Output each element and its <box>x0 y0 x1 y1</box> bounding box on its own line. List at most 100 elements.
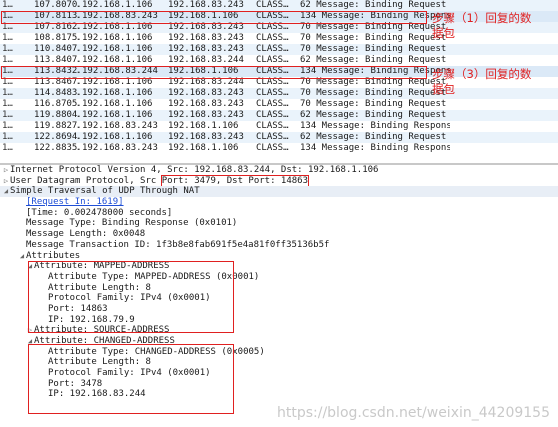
tree-item-changed-ip[interactable]: IP: 192.168.83.244 <box>0 389 558 400</box>
tree-label-mapped-address: Attribute: MAPPED-ADDRESS <box>34 261 170 272</box>
tree-item-changed-type[interactable]: Attribute Type: CHANGED-ADDRESS (0x0005) <box>0 347 558 358</box>
packet-cell-src: 192.168.83.243 <box>82 11 158 21</box>
packet-cell-src: 192.168.1.106 <box>82 132 153 142</box>
packet-cell-dst: 192.168.83.243 <box>168 22 244 32</box>
packet-cell-no: 1… <box>2 110 13 120</box>
tree-label-mapped-ip: IP: 192.168.79.9 <box>48 314 135 325</box>
packet-row[interactable]: 1… 110.8407… 192.168.1.106 192.168.83.243 CL… <box>0 44 558 55</box>
collapse-arrow-icon[interactable]: ◢ <box>26 336 34 347</box>
packet-row[interactable]: 1… 122.8835… 192.168.83.243 192.168.1.106 CL… <box>0 143 558 154</box>
collapse-arrow-icon[interactable]: ◢ <box>26 261 34 272</box>
tree-item-source-address[interactable]: ▷ Attribute: SOURCE-ADDRESS <box>0 325 558 336</box>
packet-cell-no: 1… <box>2 44 13 54</box>
packet-cell-dst: 192.168.1.106 <box>168 66 239 76</box>
collapse-arrow-icon[interactable]: ◢ <box>18 251 26 262</box>
packet-cell-info: 70 Message: Binding Request <box>300 99 447 109</box>
packet-row[interactable]: 1… 119.8827… 192.168.83.243 192.168.1.106 CL… <box>0 121 558 132</box>
tree-label-message-length: Message Length: 0x0048 <box>26 229 146 240</box>
packet-cell-no: 1… <box>2 66 13 76</box>
tree-label-changed-length: Attribute Length: 8 <box>48 357 151 368</box>
packet-cell-time: 122.8694… <box>34 132 80 142</box>
packet-cell-time: 119.8804… <box>34 110 80 120</box>
tree-item-changed-port[interactable]: Port: 3478 <box>0 379 558 390</box>
packet-cell-no: 1… <box>2 88 13 98</box>
packet-cell-info: 134 Message: Binding Response <box>300 66 450 76</box>
packet-cell-src: 192.168.1.106 <box>82 22 153 32</box>
tree-item-mapped-family[interactable]: Protocol Family: IPv4 (0x0001) <box>0 293 558 304</box>
tree-label-stun: Simple Traversal of UDP Through NAT <box>10 186 200 197</box>
expand-arrow-icon[interactable]: ▷ <box>26 325 34 336</box>
packet-cell-src: 192.168.1.106 <box>82 55 153 65</box>
tree-item-ip[interactable]: ▷ Internet Protocol Version 4, Src: 192.1… <box>0 165 558 176</box>
packet-cell-src: 192.168.1.106 <box>82 110 153 120</box>
packet-cell-proto: CLASS… <box>256 132 289 142</box>
tree-item-mapped-ip[interactable]: IP: 192.168.79.9 <box>0 315 558 326</box>
tree-label-ip: Internet Protocol Version 4, Src: 192.16… <box>10 165 379 175</box>
step1-annotation-line2: 据包 <box>432 26 455 40</box>
tree-label-message-type: Message Type: Binding Response (0x0101) <box>26 218 238 229</box>
packet-cell-no: 1… <box>2 22 13 32</box>
tree-item-transaction-id[interactable]: Message Transaction ID: 1f3b8e8fab691f5e… <box>0 240 558 251</box>
packet-cell-src: 192.168.83.243 <box>82 121 158 131</box>
packet-details[interactable]: ▷ Internet Protocol Version 4, Src: 192.1… <box>0 165 558 427</box>
request-in-link[interactable]: [Request In: 1619] <box>26 197 124 207</box>
expand-arrow-icon[interactable]: ▷ <box>2 165 10 176</box>
packet-row[interactable]: 1… 107.8070… 192.168.1.106 192.168.83.243 CL… <box>0 0 558 11</box>
tree-item-mapped-length[interactable]: Attribute Length: 8 <box>0 283 558 294</box>
tree-label-changed-type: Attribute Type: CHANGED-ADDRESS (0x0005) <box>48 346 265 357</box>
tree-label-changed-port: Port: 3478 <box>48 378 103 389</box>
packet-cell-info: 62 Message: Binding Request <box>300 55 447 65</box>
tree-item-time[interactable]: [Time: 0.002478000 seconds] <box>0 208 558 219</box>
packet-cell-proto: CLASS… <box>256 143 289 153</box>
collapse-arrow-icon[interactable]: ◢ <box>2 186 10 197</box>
step3-annotation: 步骤（3）回复的数 据包 <box>432 67 531 97</box>
tree-item-changed-length[interactable]: Attribute Length: 8 <box>0 357 558 368</box>
tree-item-stun[interactable]: ◢ Simple Traversal of UDP Through NAT <box>0 186 558 198</box>
packet-cell-info: 70 Message: Binding Request <box>300 77 447 87</box>
packet-cell-time: 113.8467… <box>34 77 80 87</box>
packet-cell-info: 134 Message: Binding Response <box>300 121 450 131</box>
tree-item-mapped-type[interactable]: Attribute Type: MAPPED-ADDRESS (0x0001) <box>0 272 558 283</box>
tree-item-changed-address[interactable]: ◢ Attribute: CHANGED-ADDRESS <box>0 336 558 347</box>
packet-cell-src: 192.168.83.243 <box>82 143 158 153</box>
packet-cell-info: 70 Message: Binding Request <box>300 44 447 54</box>
packet-cell-info: 62 Message: Binding Request <box>300 132 447 142</box>
tree-item-message-type[interactable]: Message Type: Binding Response (0x0101) <box>0 218 558 229</box>
step1-annotation: 步骤（1）回复的数 据包 <box>432 11 531 41</box>
expand-arrow-icon[interactable]: ▷ <box>2 176 10 187</box>
packet-cell-no: 1… <box>2 132 13 142</box>
packet-cell-proto: CLASS… <box>256 11 289 21</box>
packet-cell-src: 192.168.83.244 <box>82 66 158 76</box>
packet-cell-src: 192.168.1.106 <box>82 44 153 54</box>
tree-item-mapped-port[interactable]: Port: 14863 <box>0 304 558 315</box>
tree-item-udp[interactable]: ▷ User Datagram Protocol, Src Port: 3479,… <box>0 174 558 187</box>
packet-cell-time: 110.8407… <box>34 44 80 54</box>
tree-item-message-length[interactable]: Message Length: 0x0048 <box>0 229 558 240</box>
packet-cell-no: 1… <box>2 33 13 43</box>
tree-item-attributes[interactable]: ◢ Attributes <box>0 251 558 262</box>
packet-cell-info: 62 Message: Binding Request <box>300 0 447 10</box>
packet-cell-src: 192.168.1.106 <box>82 99 153 109</box>
packet-row[interactable]: 1… 122.8694… 192.168.1.106 192.168.83.243 CL… <box>0 132 558 143</box>
packet-row[interactable]: 1… 119.8804… 192.168.1.106 192.168.83.243 CL… <box>0 110 558 121</box>
tree-item-request-in[interactable]: [Request In: 1619] <box>0 197 558 208</box>
tree-item-mapped-address[interactable]: ◢ Attribute: MAPPED-ADDRESS <box>0 261 558 272</box>
packet-cell-proto: CLASS… <box>256 121 289 131</box>
packet-cell-dst: 192.168.83.244 <box>168 77 244 87</box>
step3-annotation-line2: 据包 <box>432 82 455 96</box>
packet-cell-proto: CLASS… <box>256 77 289 87</box>
tree-label-changed-address: Attribute: CHANGED-ADDRESS <box>34 336 175 346</box>
tree-label-changed-ip: IP: 192.168.83.244 <box>48 389 146 400</box>
packet-cell-no: 1… <box>2 99 13 109</box>
packet-cell-info: 134 Message: Binding Response <box>300 143 450 153</box>
tree-item-changed-family[interactable]: Protocol Family: IPv4 (0x0001) <box>0 368 558 379</box>
packet-cell-time: 107.8113… <box>34 11 80 21</box>
packet-cell-time: 116.8705… <box>34 99 80 109</box>
packet-cell-no: 1… <box>2 121 13 131</box>
packet-cell-time: 107.8162… <box>34 22 80 32</box>
packet-row[interactable]: 1… 116.8705… 192.168.1.106 192.168.83.243 CL… <box>0 99 558 110</box>
packet-cell-time: 113.8432… <box>34 66 80 76</box>
packet-row[interactable]: 1… 113.8407… 192.168.1.106 192.168.83.244 CL… <box>0 55 558 66</box>
packet-cell-proto: CLASS… <box>256 55 289 65</box>
packet-cell-proto: CLASS… <box>256 33 289 43</box>
